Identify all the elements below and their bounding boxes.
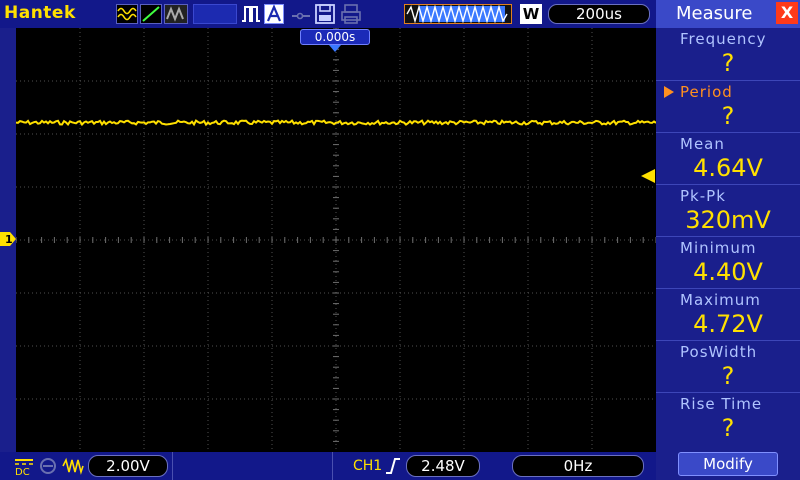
measure-item-rise-time[interactable]: Rise Time ? (656, 392, 800, 448)
save-icon[interactable] (314, 4, 336, 24)
frequency-readout: 0Hz (512, 455, 644, 477)
measure-item-maximum[interactable]: Maximum 4.72V (656, 288, 800, 340)
measure-label: Period (680, 83, 733, 101)
sine-wave-icon[interactable] (116, 4, 138, 24)
close-button[interactable]: X (776, 2, 798, 24)
measure-label: Pk-Pk (680, 187, 726, 205)
measure-item-minimum[interactable]: Minimum 4.40V (656, 236, 800, 288)
invert-icon[interactable] (62, 457, 84, 475)
trigger-source-label: CH1 (353, 458, 383, 474)
bottom-status-bar: DC 2.00V CH1 2.48V 0Hz (0, 452, 656, 480)
separator (332, 452, 333, 480)
measure-label: PosWidth (680, 343, 758, 361)
window-badge[interactable]: W (520, 4, 542, 24)
measure-value: 4.72V (693, 310, 763, 338)
graticule (15, 27, 657, 452)
measure-item-pk-pk[interactable]: Pk-Pk 320mV (656, 184, 800, 236)
measure-label: Maximum (680, 291, 761, 309)
trigger-level-arrow[interactable] (641, 169, 655, 183)
measure-label: Mean (680, 135, 725, 153)
trigger-position-readout[interactable]: 0.000s (300, 29, 370, 45)
bandwidth-limit-icon[interactable] (38, 457, 58, 475)
rising-edge-icon[interactable] (384, 457, 402, 475)
empty-slot (193, 4, 237, 24)
memory-waveform-indicator (404, 4, 512, 24)
measure-item-poswidth[interactable]: PosWidth ? (656, 340, 800, 392)
brand-logo: Hantek (4, 3, 76, 23)
link-icon[interactable] (290, 4, 312, 24)
measure-value: ? (721, 362, 735, 390)
ch1-marker-label: 1 (5, 233, 13, 246)
measure-value: ? (721, 414, 735, 442)
measure-label: Rise Time (680, 395, 763, 413)
measure-value: 4.40V (693, 258, 763, 286)
ch1-ground-marker[interactable]: 1 (0, 232, 16, 246)
trigger-level-readout[interactable]: 2.48V (406, 455, 480, 477)
auto-mode-icon[interactable] (264, 4, 284, 24)
waveform-display[interactable] (15, 27, 657, 452)
measure-item-period[interactable]: Period ? (656, 80, 800, 132)
measure-item-mean[interactable]: Mean 4.64V (656, 132, 800, 184)
selection-arrow-icon (664, 86, 674, 98)
measure-header: Measure X (656, 0, 800, 28)
trigger-position-arrow[interactable] (329, 45, 341, 52)
top-toolbar: Hantek W 200us (0, 0, 656, 28)
measure-item-frequency[interactable]: Frequency ? (656, 28, 800, 80)
separator (172, 452, 173, 480)
modify-button[interactable]: Modify (678, 452, 778, 476)
measure-value: ? (721, 49, 735, 77)
persistence-icon[interactable] (164, 4, 188, 24)
svg-text:DC: DC (15, 467, 30, 476)
pulse-trigger-icon[interactable] (240, 4, 262, 24)
measure-panel: Measure X Frequency ? Period ? Mean 4.64… (656, 0, 800, 480)
ramp-icon[interactable] (140, 4, 162, 24)
ch1-volt-div-readout[interactable]: 2.00V (88, 455, 168, 477)
measure-value: 4.64V (693, 154, 763, 182)
timebase-readout[interactable]: 200us (548, 4, 650, 24)
measure-title: Measure (676, 3, 753, 24)
measure-label: Frequency (680, 30, 767, 48)
measure-value: 320mV (685, 206, 771, 234)
print-icon[interactable] (340, 4, 362, 24)
measure-label: Minimum (680, 239, 757, 257)
measure-value: ? (721, 102, 735, 130)
dc-coupling-icon[interactable]: DC (14, 456, 34, 476)
